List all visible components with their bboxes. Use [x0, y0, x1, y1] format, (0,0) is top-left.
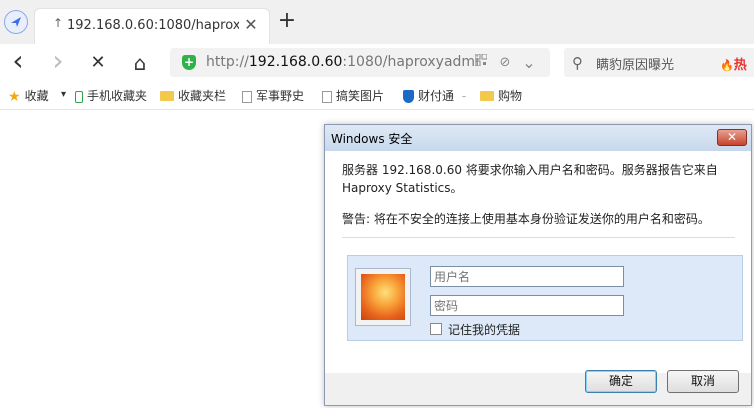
bookmark-label: 搞笑图片 — [336, 89, 385, 103]
favorites-button[interactable]: ★ 收藏 — [8, 87, 49, 105]
bookmark-item-tenpay[interactable]: 财付通 - — [403, 87, 466, 105]
bookmark-label: 手机收藏夹 — [87, 89, 148, 103]
phone-icon — [75, 90, 83, 103]
tab-close-icon[interactable]: ✕ — [241, 15, 261, 35]
user-tile — [355, 268, 411, 326]
divider — [342, 237, 735, 238]
search-suggestion[interactable]: 瞒豹原因曝光 — [596, 54, 674, 73]
url-path: :1080/haproxyadmi — [342, 54, 479, 70]
navigation-bar: ‹ › ✕ ⌂ + http://192.168.0.60:1080/hapro… — [0, 44, 754, 83]
address-dropdown-icon[interactable]: ⌄ — [520, 54, 538, 72]
bookmark-label: 财付通 — [418, 89, 455, 103]
browser-logo-icon[interactable] — [4, 10, 28, 34]
qr-code-icon[interactable] — [472, 53, 490, 72]
search-box[interactable]: ⚲ 瞒豹原因曝光 🔥热 — [564, 48, 754, 77]
flame-icon: 🔥 — [720, 59, 734, 72]
tab-active[interactable]: ↑ 192.168.0.60:1080/haproxyadmin ✕ — [34, 8, 270, 44]
favorites-label: 收藏 — [24, 89, 49, 103]
bookmark-item-shopping[interactable]: 购物 — [480, 87, 522, 105]
bookmark-label: 收藏夹栏 — [178, 89, 227, 103]
username-field[interactable] — [430, 266, 624, 287]
hot-label: 热 — [733, 58, 747, 73]
bookmark-label: 军事野史 — [256, 89, 305, 103]
remember-label[interactable]: 记住我的凭据 — [448, 321, 520, 338]
folder-icon — [160, 90, 174, 101]
cancel-button[interactable]: 取消 — [667, 370, 739, 393]
tab-strip: ↑ 192.168.0.60:1080/haproxyadmin ✕ + — [0, 0, 754, 44]
page-icon — [322, 90, 332, 103]
bookmark-item-funny-pics[interactable]: 搞笑图片 — [322, 87, 384, 105]
user-avatar-icon — [361, 274, 405, 320]
auth-dialog: Windows 安全 ✕ 服务器 192.168.0.60 将要求你输入用户名和… — [324, 124, 752, 406]
bookmark-label: 购物 — [498, 89, 523, 103]
home-button[interactable]: ⌂ — [126, 49, 154, 77]
extension-icon[interactable]: ⊘ — [496, 54, 514, 72]
bookmark-separator: - — [461, 89, 467, 103]
dialog-close-button[interactable]: ✕ — [717, 129, 747, 146]
bookmarks-bar: ★ 收藏 ▾ 手机收藏夹 收藏夹栏 军事野史 搞笑图片 财付通 - 购物 — [0, 82, 754, 110]
tab-title: 192.168.0.60:1080/haproxyadmin — [67, 18, 239, 33]
tab-loading-icon: ↑ — [53, 16, 64, 30]
dialog-title: Windows 安全 — [331, 132, 413, 146]
stop-button[interactable]: ✕ — [84, 49, 112, 77]
server-message: 服务器 192.168.0.60 将要求你输入用户名和密码。服务器报告它来自 H… — [342, 163, 718, 195]
bookmark-item-military[interactable]: 军事野史 — [242, 87, 306, 105]
url-host: 192.168.0.60 — [248, 54, 343, 70]
ok-button[interactable]: 确定 — [585, 370, 657, 393]
security-warning: 警告: 将在不安全的连接上使用基本身份验证发送你的用户名和密码。 — [342, 212, 710, 226]
url-text[interactable]: http://192.168.0.60:1080/haproxyadmi — [206, 54, 479, 70]
page-icon — [242, 90, 252, 103]
star-icon: ★ — [8, 88, 21, 105]
folder-icon — [480, 90, 494, 101]
dialog-titlebar[interactable]: Windows 安全 ✕ — [325, 125, 751, 151]
password-field[interactable] — [430, 295, 624, 316]
favorites-dropdown-icon[interactable]: ▾ — [61, 89, 66, 107]
address-bar[interactable]: + http://192.168.0.60:1080/haproxyadmi ⊘… — [170, 48, 550, 77]
bookmark-item-mobile[interactable]: 手机收藏夹 — [75, 87, 147, 105]
dialog-body: 服务器 192.168.0.60 将要求你输入用户名和密码。服务器报告它来自 H… — [325, 151, 751, 373]
back-button[interactable]: ‹ — [4, 47, 32, 77]
search-icon: ⚲ — [572, 54, 583, 72]
hot-search-badge[interactable]: 🔥热 — [720, 54, 747, 73]
remember-checkbox[interactable] — [430, 323, 442, 335]
shield-icon — [403, 90, 414, 103]
url-prefix: http:// — [206, 54, 249, 70]
new-tab-button[interactable]: + — [276, 10, 298, 33]
credential-panel: 记住我的凭据 — [347, 255, 743, 341]
bookmark-item-favorites-bar[interactable]: 收藏夹栏 — [160, 87, 226, 105]
forward-button[interactable]: › — [44, 47, 72, 77]
